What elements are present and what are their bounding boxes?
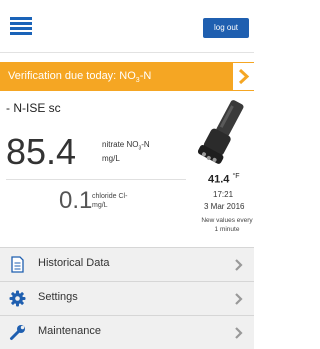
temperature-reading: 41.4 °F [208, 173, 240, 186]
chloride-unit: mg/L [92, 202, 108, 209]
verification-banner[interactable]: Verification due today: NO3-N [0, 62, 254, 91]
verification-banner-text: Verification due today: NO3-N [8, 70, 152, 85]
chloride-value: 0.1 [59, 187, 93, 214]
gear-icon [9, 290, 26, 307]
logout-button[interactable]: log out [203, 18, 249, 38]
menu-item-label: Maintenance [38, 325, 101, 337]
hamburger-menu-icon[interactable] [10, 17, 32, 35]
document-icon [11, 256, 24, 273]
menu-item-historical-data[interactable]: Historical Data [0, 247, 254, 281]
chevron-right-icon [235, 293, 243, 305]
banner-chevron-button[interactable] [233, 63, 254, 90]
reading-divider [6, 179, 186, 180]
chloride-label: chloride Cl- mg/L [92, 193, 128, 209]
app-header: log out [0, 0, 254, 53]
wrench-icon [10, 325, 25, 340]
menu-item-label: Settings [38, 291, 78, 303]
sensor-probe-icon [197, 100, 244, 164]
menu-item-label: Historical Data [38, 257, 110, 269]
nitrate-value: 85.4 [6, 131, 77, 172]
menu-item-settings[interactable]: Settings [0, 281, 254, 315]
chevron-right-icon [238, 69, 250, 84]
sensor-name: - N-ISE sc [6, 101, 61, 115]
nitrate-unit: mg/L [102, 153, 120, 163]
menu-item-maintenance[interactable]: Maintenance [0, 315, 254, 349]
chevron-right-icon [235, 327, 243, 339]
reading-time: 17:21 [213, 190, 234, 199]
nitrate-label: nitrate NO3-N mg/L [102, 140, 150, 163]
chevron-right-icon [235, 259, 243, 271]
reading-date: 3 Mar 2016 [204, 202, 245, 211]
update-interval-note: New values every 1 minute [201, 217, 253, 233]
